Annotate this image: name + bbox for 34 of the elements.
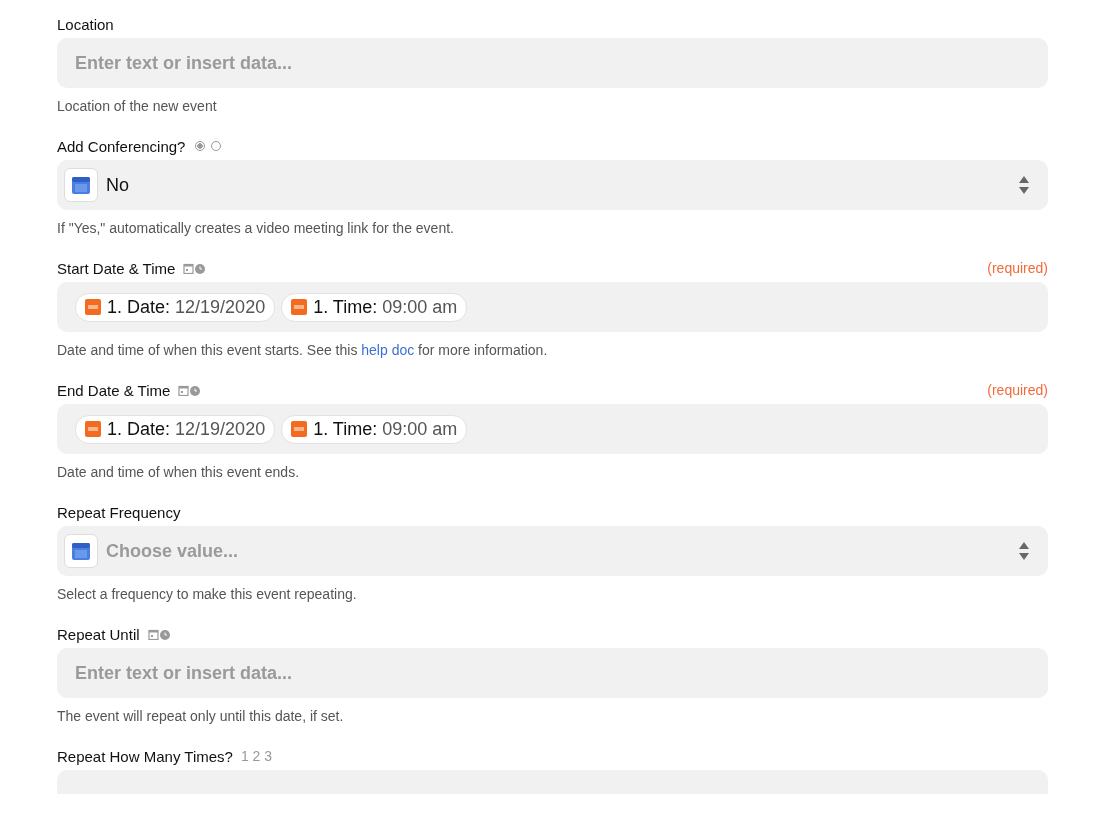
field-label: Repeat How Many Times? (57, 747, 233, 765)
app-icon (85, 421, 101, 437)
input-field[interactable]: 1. Date: 12/19/2020 1. Time: 09:00 am (57, 282, 1048, 332)
field-label: Repeat Until (57, 625, 140, 643)
help-text: If "Yes," automatically creates a video meeting link for the event. (57, 219, 455, 238)
sort-arrows-icon (1018, 541, 1030, 561)
select-field[interactable]: No (57, 160, 1048, 210)
help-text: Location of the new event (57, 97, 218, 116)
required-label: (required) (987, 260, 1048, 276)
app-icon (85, 299, 101, 315)
data-pill[interactable]: 1. Time: 09:00 am (281, 414, 468, 444)
type-hint: 1 2 3 (240, 748, 273, 764)
field-label: Location (57, 15, 114, 33)
help-text: Date and time of when this event ends. (57, 463, 301, 482)
sort-arrows-icon (1018, 175, 1030, 195)
field-label: Start Date & Time (57, 259, 176, 277)
app-icon (291, 299, 308, 315)
data-pill[interactable]: 1. Time: 09:00 am (281, 292, 468, 322)
required-label: (required) (987, 382, 1048, 398)
input-field[interactable]: 1. Date: 12/19/2020 1. Time: 09:00 am (57, 404, 1048, 454)
radio-button[interactable] (211, 141, 222, 151)
radio-button[interactable] (195, 141, 206, 151)
help-link[interactable]: help doc (361, 342, 415, 358)
help-text: The event will repeat only until this date, if set. (57, 707, 345, 726)
help-text: Select a frequency to make this event repeating. (57, 585, 358, 604)
calendar-icon (64, 534, 98, 568)
calendar-icon (64, 168, 98, 202)
app-icon (291, 421, 308, 437)
data-pill[interactable]: 1. Date: 12/19/2020 (75, 414, 276, 444)
help-text: Date and time of when this event starts. See this help doc for more information. (57, 341, 549, 360)
field-label: End Date & Time (57, 381, 171, 399)
field-label: Repeat Frequency (57, 503, 181, 521)
field-label: Add Conferencing? (57, 137, 186, 155)
data-pill[interactable]: 1. Date: 12/19/2020 (75, 292, 276, 322)
